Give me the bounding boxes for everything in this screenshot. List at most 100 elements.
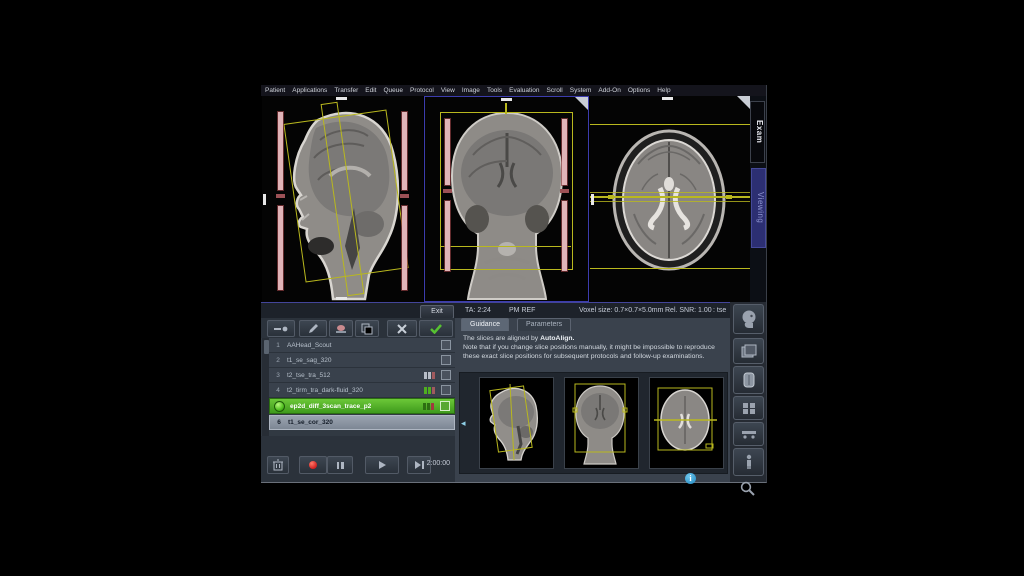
adjustments-button[interactable] bbox=[733, 478, 762, 498]
protocol-name: AAHead_Scout bbox=[287, 342, 441, 349]
pause-button[interactable] bbox=[327, 456, 353, 474]
saturation-band[interactable] bbox=[562, 201, 567, 271]
start-measurement-button[interactable] bbox=[299, 456, 327, 474]
sat-band-handle[interactable] bbox=[443, 189, 452, 193]
continue-button[interactable] bbox=[365, 456, 399, 474]
menu-item-queue[interactable]: Queue bbox=[383, 87, 403, 94]
orientation-tick bbox=[501, 98, 512, 101]
sat-band-handle[interactable] bbox=[400, 194, 409, 198]
protocol-row[interactable]: 3 t2_tse_tra_512 bbox=[269, 368, 455, 383]
layout-grid-button[interactable] bbox=[733, 396, 764, 420]
menu-bar: Patient Applications Transfer Edit Queue… bbox=[261, 85, 766, 96]
slice-range-line[interactable] bbox=[590, 268, 750, 269]
patient-position-button[interactable] bbox=[733, 448, 764, 476]
viewport-sagittal[interactable] bbox=[262, 96, 423, 302]
copy-button[interactable] bbox=[355, 320, 379, 337]
slice-handle[interactable] bbox=[608, 195, 614, 199]
saturation-band[interactable] bbox=[278, 206, 283, 290]
delete-button[interactable] bbox=[267, 456, 289, 474]
tab-parameters[interactable]: Parameters bbox=[517, 318, 571, 331]
tab-viewing[interactable]: Viewing bbox=[751, 168, 766, 248]
thumbnail-sagittal[interactable] bbox=[479, 377, 554, 469]
menu-item-addon[interactable]: Add-On bbox=[598, 87, 620, 94]
view-toggle-button[interactable] bbox=[267, 320, 295, 337]
menu-item-help[interactable]: Help bbox=[657, 87, 670, 94]
protocol-row-active[interactable]: ep2d_diff_3scan_trace_p2 bbox=[269, 398, 455, 414]
orientation-tick bbox=[336, 297, 347, 300]
saturation-band[interactable] bbox=[402, 112, 407, 190]
head-coil-button[interactable] bbox=[733, 304, 764, 334]
axial-mri-image bbox=[590, 96, 750, 302]
menu-item-scroll[interactable]: Scroll bbox=[546, 87, 562, 94]
exit-button[interactable]: Exit bbox=[420, 305, 454, 319]
menu-item-evaluation[interactable]: Evaluation bbox=[509, 87, 539, 94]
menu-item-view[interactable]: View bbox=[441, 87, 455, 94]
body-region-icon bbox=[743, 372, 755, 388]
segment-fold-corner[interactable] bbox=[575, 97, 588, 110]
protocol-row[interactable]: 2 t1_se_sag_320 bbox=[269, 353, 455, 368]
slice-group-badge bbox=[424, 387, 435, 394]
segment-fold-corner[interactable] bbox=[737, 96, 750, 109]
right-tool-column bbox=[730, 302, 766, 482]
saturation-band[interactable] bbox=[278, 112, 283, 190]
cancel-button[interactable] bbox=[387, 320, 417, 337]
row-number: 2 bbox=[269, 357, 287, 364]
saturation-band[interactable] bbox=[445, 201, 450, 271]
task-card-tabs: Exam Viewing bbox=[750, 96, 766, 302]
protocol-row[interactable]: 1 AAHead_Scout bbox=[269, 338, 455, 353]
menu-item-system[interactable]: System bbox=[570, 87, 592, 94]
slice-handle[interactable] bbox=[726, 195, 732, 199]
orientation-tick bbox=[336, 97, 347, 100]
slice-line[interactable] bbox=[590, 201, 750, 202]
thumbnail-prev-button[interactable]: ◂ bbox=[461, 413, 469, 433]
thumbnail-coronal[interactable] bbox=[564, 377, 639, 469]
tab-exam[interactable]: Exam bbox=[750, 101, 765, 163]
image-stack-icon bbox=[741, 344, 757, 358]
protocol-row[interactable]: 4 t2_tirm_tra_dark-fluid_320 bbox=[269, 383, 455, 398]
confirm-button[interactable] bbox=[419, 320, 453, 337]
viewport-coronal[interactable] bbox=[424, 96, 589, 302]
menu-item-image[interactable]: Image bbox=[462, 87, 480, 94]
saturation-band[interactable] bbox=[402, 206, 407, 290]
slice-line[interactable] bbox=[440, 246, 571, 247]
sequence-status-icon bbox=[440, 401, 450, 411]
x-icon bbox=[397, 324, 407, 334]
viewport-axial[interactable] bbox=[590, 96, 750, 302]
slice-range-line[interactable] bbox=[590, 124, 750, 125]
rel-snr-label: Rel. SNR: 1.00 bbox=[665, 307, 712, 314]
sat-band-handle[interactable] bbox=[276, 194, 285, 198]
protocol-name: t2_tirm_tra_dark-fluid_320 bbox=[287, 387, 424, 394]
status-bar: Exit TA: 2:24 PM REF Voxel size: 0.7×0.7… bbox=[261, 302, 766, 319]
thumbnail-coronal-image bbox=[565, 378, 636, 466]
stamp-icon bbox=[335, 324, 347, 334]
menu-item-transfer[interactable]: Transfer bbox=[334, 87, 358, 94]
slice-line[interactable] bbox=[590, 192, 750, 193]
protocol-name: ep2d_diff_3scan_trace_p2 bbox=[290, 403, 423, 410]
menu-item-patient[interactable]: Patient bbox=[265, 87, 285, 94]
menu-item-applications[interactable]: Applications bbox=[292, 87, 327, 94]
edit-protocol-button[interactable] bbox=[299, 320, 327, 337]
patient-table-button[interactable] bbox=[733, 422, 764, 446]
info-button[interactable]: i bbox=[685, 473, 696, 484]
tab-guidance[interactable]: Guidance bbox=[461, 318, 509, 331]
scan-time-label: TA: 2:24 bbox=[465, 307, 491, 314]
protocol-name: t1_se_cor_320 bbox=[288, 419, 454, 426]
menu-item-edit[interactable]: Edit bbox=[365, 87, 376, 94]
stamp-button[interactable] bbox=[329, 320, 353, 337]
saturation-band[interactable] bbox=[562, 119, 567, 185]
sat-band-handle[interactable] bbox=[560, 189, 569, 193]
orientation-tick bbox=[263, 194, 266, 205]
body-region-button[interactable] bbox=[733, 366, 764, 394]
image-stack-button[interactable] bbox=[733, 338, 764, 364]
menu-item-tools[interactable]: Tools bbox=[487, 87, 502, 94]
desktop-background: Patient Applications Transfer Edit Queue… bbox=[0, 0, 1024, 576]
menu-item-options[interactable]: Options bbox=[628, 87, 650, 94]
thumbnail-axial[interactable] bbox=[649, 377, 724, 469]
protocol-list-scrollbar[interactable] bbox=[262, 338, 269, 436]
protocol-row-selected[interactable]: 6 t1_se_cor_320 bbox=[269, 415, 455, 430]
slice-tick[interactable] bbox=[505, 103, 507, 114]
saturation-band[interactable] bbox=[445, 119, 450, 185]
row-number: 6 bbox=[270, 419, 288, 426]
sequence-type-label: : tse bbox=[713, 307, 726, 314]
menu-item-protocol[interactable]: Protocol bbox=[410, 87, 434, 94]
